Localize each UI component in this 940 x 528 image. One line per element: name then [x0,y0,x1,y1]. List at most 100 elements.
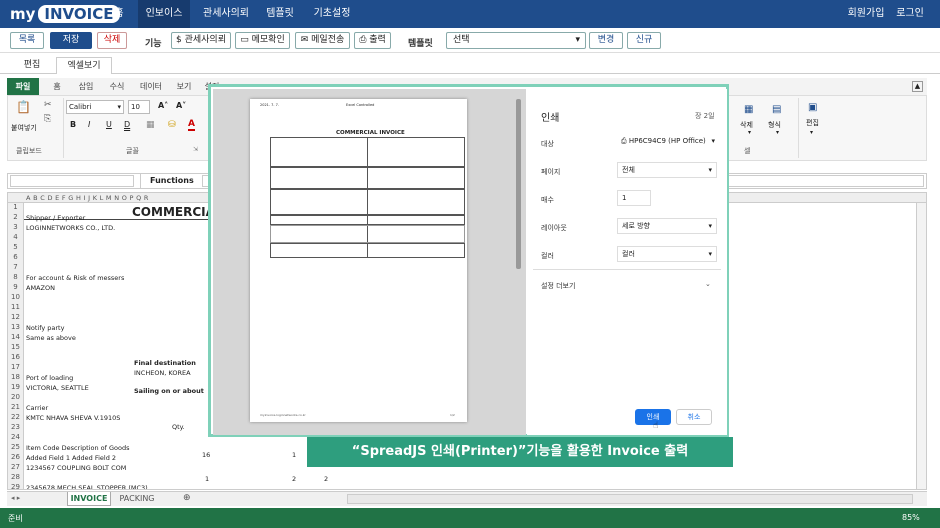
name-box[interactable] [10,175,134,187]
row-number[interactable]: 27 [8,463,24,473]
sheet-nav-icon[interactable]: ◂ ▸ [11,494,20,502]
copy-icon[interactable]: ⎘ [44,114,51,124]
add-sheet-icon[interactable]: ⊕ [183,493,191,503]
ribbon-tab-home[interactable]: 홈 [47,78,67,95]
new-button[interactable]: 신규 [627,32,661,49]
table-row[interactable]: Item Code Description of Goods [26,444,130,452]
row-number[interactable]: 21 [8,403,24,413]
table-row[interactable]: Same as above [26,334,76,342]
row-number[interactable]: 24 [8,433,24,443]
menu-home[interactable]: 홈 [104,0,134,28]
row-number[interactable]: 25 [8,443,24,453]
collapse-icon[interactable]: ▲ [912,81,923,92]
italic-icon[interactable]: I [88,120,90,129]
row-number[interactable]: 14 [8,333,24,343]
change-button[interactable]: 변경 [589,32,623,49]
table-row[interactable]: KMTC NHAVA SHEVA V.1910S [26,414,120,422]
more-settings[interactable]: 설정 더보기 [541,281,575,291]
row-number[interactable]: 23 [8,423,24,433]
table-row[interactable]: Notify party [26,324,64,332]
list-button[interactable]: 목록 [10,32,44,49]
row-number[interactable]: 8 [8,273,24,283]
row-number[interactable]: 22 [8,413,24,423]
font-size-select[interactable]: 10 [128,100,150,114]
format-cells-icon[interactable]: ▤ [772,104,781,115]
delete-cells-icon[interactable]: ▦ [744,104,753,115]
font-dialog-icon[interactable]: ⇲ [193,146,198,153]
functions-button[interactable]: Functions [150,176,194,185]
table-row[interactable]: 1234567 COUPLING BOLT COM [26,464,126,472]
ribbon-tab-file[interactable]: 파일 [7,78,39,95]
ribbon-tab-data[interactable]: 데이터 [135,78,167,95]
horizontal-scrollbar[interactable] [347,494,913,504]
color-select[interactable]: 컬러 ▾ [617,246,717,262]
font-name-select[interactable]: Calibri ▾ [66,100,124,114]
dest-select[interactable]: ⎙ HP6C94C9 (HP Office) ▾ [617,134,717,150]
row-number[interactable]: 29 [8,483,24,489]
font-color-icon[interactable]: A [188,119,195,131]
shrink-font-icon[interactable]: A˅ [176,101,186,110]
row-number[interactable]: 12 [8,313,24,323]
ribbon-tab-view[interactable]: 보기 [173,78,195,95]
sheet-tab-packing[interactable]: PACKING [115,492,159,506]
print-cancel-button[interactable]: 취소 [676,409,712,425]
menu-customs[interactable]: 관세사의뢰 [196,0,256,28]
row-number[interactable]: 17 [8,363,24,373]
login-link[interactable]: 로그인 [892,0,928,28]
preview-scrollbar[interactable] [516,99,521,269]
row-number[interactable]: 4 [8,233,24,243]
row-number[interactable]: 28 [8,473,24,483]
paste-label[interactable]: 붙여넣기 [11,123,37,133]
email-button[interactable]: ✉ 메일전송 [295,32,350,49]
copies-input[interactable]: 1 [617,190,651,206]
border-icon[interactable]: ▦ [146,120,155,130]
edit-label[interactable]: 편집 [806,118,819,128]
row-number[interactable]: 15 [8,343,24,353]
underline-icon[interactable]: U [106,120,112,129]
row-number[interactable]: 7 [8,263,24,273]
print-button[interactable]: ⎙ 출력 [354,32,391,49]
edit-icon[interactable]: ▣ [808,102,817,113]
tab-edit[interactable]: 편집 [14,57,50,74]
row-number[interactable]: 2 [8,213,24,223]
delete-button[interactable]: 삭제 [97,32,127,49]
menu-template[interactable]: 템플릿 [258,0,302,28]
tab-excel-view[interactable]: 엑셀보기 [56,57,112,74]
table-row[interactable]: LOGINNETWORKS CO., LTD. [26,224,115,232]
row-number[interactable]: 9 [8,283,24,293]
menu-invoice[interactable]: 인보이스 [138,0,190,28]
bold-icon[interactable]: B [70,120,76,129]
ribbon-tab-formula[interactable]: 수식 [105,78,129,95]
row-number[interactable]: 10 [8,293,24,303]
table-row[interactable]: VICTORIA, SEATTLE [26,384,89,392]
vertical-scrollbar[interactable] [916,203,926,489]
signup-link[interactable]: 회원가입 [846,0,886,28]
row-number[interactable]: 5 [8,243,24,253]
table-row[interactable]: Added Field 1 Added Field 2 [26,454,116,462]
ribbon-tab-insert[interactable]: 삽입 [73,78,99,95]
row-number[interactable]: 3 [8,223,24,233]
memo-button[interactable]: ▭ 메모확인 [235,32,290,49]
row-number[interactable]: 11 [8,303,24,313]
table-row[interactable]: 2345678 MECH SEAL STOPPER (MC3) [26,484,148,489]
table-row[interactable]: AMAZON [26,284,55,292]
table-row[interactable]: For account & Risk of messers [26,274,124,282]
zoom-level[interactable]: 85% [902,513,920,522]
save-button[interactable]: 저장 [50,32,92,49]
cut-icon[interactable]: ✂ [44,100,52,110]
template-select[interactable]: 선택 ▾ [446,32,586,49]
row-number[interactable]: 18 [8,373,24,383]
row-number[interactable]: 16 [8,353,24,363]
row-number[interactable]: 1 [8,203,24,213]
paste-icon[interactable]: 📋 [16,100,31,114]
fill-color-icon[interactable]: ⛁ [168,120,176,130]
row-number[interactable]: 19 [8,383,24,393]
row-number[interactable]: 13 [8,323,24,333]
sheet-tab-invoice[interactable]: INVOICE [67,492,111,506]
menu-settings[interactable]: 기초설정 [306,0,358,28]
customs-button[interactable]: $ 관세사의뢰 [171,32,231,49]
table-row[interactable]: Shipper / Exporter [26,214,85,222]
row-number[interactable]: 26 [8,453,24,463]
double-underline-icon[interactable]: D [124,120,130,129]
row-number[interactable]: 6 [8,253,24,263]
